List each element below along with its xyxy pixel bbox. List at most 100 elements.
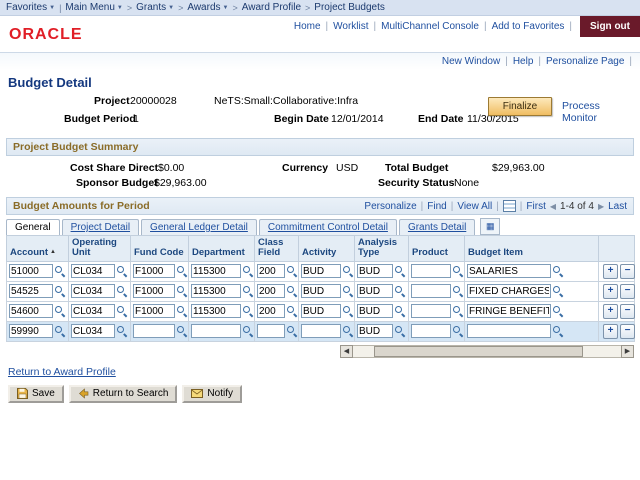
department-input[interactable] <box>191 324 241 339</box>
header-link-add-to-favorites[interactable]: Add to Favorites <box>492 21 565 32</box>
department-lookup-icon[interactable] <box>242 285 254 297</box>
activity-input[interactable] <box>301 304 341 319</box>
budget-item-lookup-icon[interactable] <box>552 305 564 317</box>
department-lookup-icon[interactable] <box>242 305 254 317</box>
header-link-multichannel-console[interactable]: MultiChannel Console <box>381 21 479 32</box>
operating-unit-lookup-icon[interactable] <box>116 285 128 297</box>
class-field-input[interactable] <box>257 304 285 319</box>
class-field-lookup-icon[interactable] <box>286 305 298 317</box>
analysis-type-lookup-icon[interactable] <box>394 265 406 277</box>
breadcrumb-item-project-budgets[interactable]: Project Budgets <box>314 2 385 13</box>
account-lookup-icon[interactable] <box>54 325 66 337</box>
product-input[interactable] <box>411 304 451 319</box>
budget-item-lookup-icon[interactable] <box>552 265 564 277</box>
tab-commitment-control-detail[interactable]: Commitment Control Detail <box>258 219 397 235</box>
return-to-award-profile-link[interactable]: Return to Award Profile <box>8 366 116 378</box>
save-button[interactable]: Save <box>8 384 64 403</box>
product-input[interactable] <box>411 264 451 279</box>
product-lookup-icon[interactable] <box>452 305 464 317</box>
first-link[interactable]: First <box>526 201 545 212</box>
fund-code-input[interactable] <box>133 264 175 279</box>
account-input[interactable] <box>9 284 53 299</box>
activity-input[interactable] <box>301 264 341 279</box>
breadcrumb-item-award-profile[interactable]: Award Profile <box>242 2 301 13</box>
breadcrumb-item-awards[interactable]: Awards ▼ <box>187 2 228 13</box>
class-field-input[interactable] <box>257 324 285 339</box>
delete-row-button[interactable]: − <box>620 303 635 319</box>
account-lookup-icon[interactable] <box>54 265 66 277</box>
add-row-button[interactable]: + <box>603 303 618 319</box>
pagebar-link-new-window[interactable]: New Window <box>442 56 500 67</box>
column-header-budget-item[interactable]: Budget Item <box>464 235 599 262</box>
column-header-analysis-type[interactable]: Analysis Type <box>354 235 409 262</box>
fund-code-lookup-icon[interactable] <box>176 305 188 317</box>
analysis-type-input[interactable] <box>357 324 393 339</box>
analysis-type-lookup-icon[interactable] <box>394 285 406 297</box>
next-page-icon[interactable]: ▶ <box>598 202 604 211</box>
pagebar-link-help[interactable]: Help <box>513 56 534 67</box>
product-lookup-icon[interactable] <box>452 325 464 337</box>
class-field-lookup-icon[interactable] <box>286 265 298 277</box>
notify-button[interactable]: Notify <box>182 384 242 403</box>
breadcrumb-item-grants[interactable]: Grants ▼ <box>136 2 174 13</box>
department-input[interactable] <box>191 264 241 279</box>
operating-unit-lookup-icon[interactable] <box>116 305 128 317</box>
analysis-type-input[interactable] <box>357 304 393 319</box>
process-monitor-link[interactable]: Process Monitor <box>562 100 634 124</box>
find-link[interactable]: Find <box>427 201 446 212</box>
activity-lookup-icon[interactable] <box>342 325 354 337</box>
column-header-class-field[interactable]: Class Field <box>254 235 299 262</box>
tab-grants-detail[interactable]: Grants Detail <box>398 219 476 235</box>
delete-row-button[interactable]: − <box>620 283 635 299</box>
column-header-operating-unit[interactable]: Operating Unit <box>68 235 131 262</box>
finalize-button[interactable]: Finalize <box>488 97 552 116</box>
activity-lookup-icon[interactable] <box>342 285 354 297</box>
header-link-worklist[interactable]: Worklist <box>333 21 368 32</box>
department-lookup-icon[interactable] <box>242 325 254 337</box>
department-input[interactable] <box>191 304 241 319</box>
fund-code-input[interactable] <box>133 324 175 339</box>
download-grid-icon[interactable] <box>502 200 516 212</box>
project-budget-summary-header[interactable]: Project Budget Summary <box>6 138 634 156</box>
fund-code-lookup-icon[interactable] <box>176 325 188 337</box>
budget-item-lookup-icon[interactable] <box>552 325 564 337</box>
sign-out-button[interactable]: Sign out <box>580 16 640 37</box>
column-header-product[interactable]: Product <box>408 235 465 262</box>
column-header-activity[interactable]: Activity <box>298 235 355 262</box>
tab-general[interactable]: General <box>6 219 60 235</box>
column-header-fund-code[interactable]: Fund Code <box>130 235 189 262</box>
breadcrumb-item-main-menu[interactable]: Main Menu ▼ <box>65 2 122 13</box>
scrollbar-thumb[interactable] <box>374 345 584 357</box>
activity-input[interactable] <box>301 284 341 299</box>
account-input[interactable] <box>9 304 53 319</box>
analysis-type-input[interactable] <box>357 264 393 279</box>
analysis-type-input[interactable] <box>357 284 393 299</box>
pagebar-link-personalize-page[interactable]: Personalize Page <box>546 56 624 67</box>
operating-unit-input[interactable] <box>71 284 115 299</box>
class-field-lookup-icon[interactable] <box>286 285 298 297</box>
budget-item-lookup-icon[interactable] <box>552 285 564 297</box>
class-field-lookup-icon[interactable] <box>286 325 298 337</box>
operating-unit-lookup-icon[interactable] <box>116 265 128 277</box>
activity-input[interactable] <box>301 324 341 339</box>
breadcrumb-item-favorites[interactable]: Favorites ▼ <box>6 2 55 13</box>
column-header-account[interactable]: Account ▲ <box>6 235 69 262</box>
add-row-button[interactable]: + <box>603 323 618 339</box>
operating-unit-input[interactable] <box>71 264 115 279</box>
fund-code-lookup-icon[interactable] <box>176 285 188 297</box>
header-link-home[interactable]: Home <box>294 21 321 32</box>
view-all-link[interactable]: View All <box>457 201 492 212</box>
delete-row-button[interactable]: − <box>620 323 635 339</box>
column-header-department[interactable]: Department <box>188 235 255 262</box>
delete-row-button[interactable]: − <box>620 263 635 279</box>
personalize-link[interactable]: Personalize <box>364 201 416 212</box>
last-link[interactable]: Last <box>608 201 627 212</box>
tab-project-detail[interactable]: Project Detail <box>61 219 140 235</box>
product-input[interactable] <box>411 284 451 299</box>
tab-general-ledger-detail[interactable]: General Ledger Detail <box>141 219 257 235</box>
scroll-left-icon[interactable]: ◀ <box>340 344 353 358</box>
product-lookup-icon[interactable] <box>452 285 464 297</box>
analysis-type-lookup-icon[interactable] <box>394 325 406 337</box>
add-row-button[interactable]: + <box>603 263 618 279</box>
operating-unit-input[interactable] <box>71 304 115 319</box>
